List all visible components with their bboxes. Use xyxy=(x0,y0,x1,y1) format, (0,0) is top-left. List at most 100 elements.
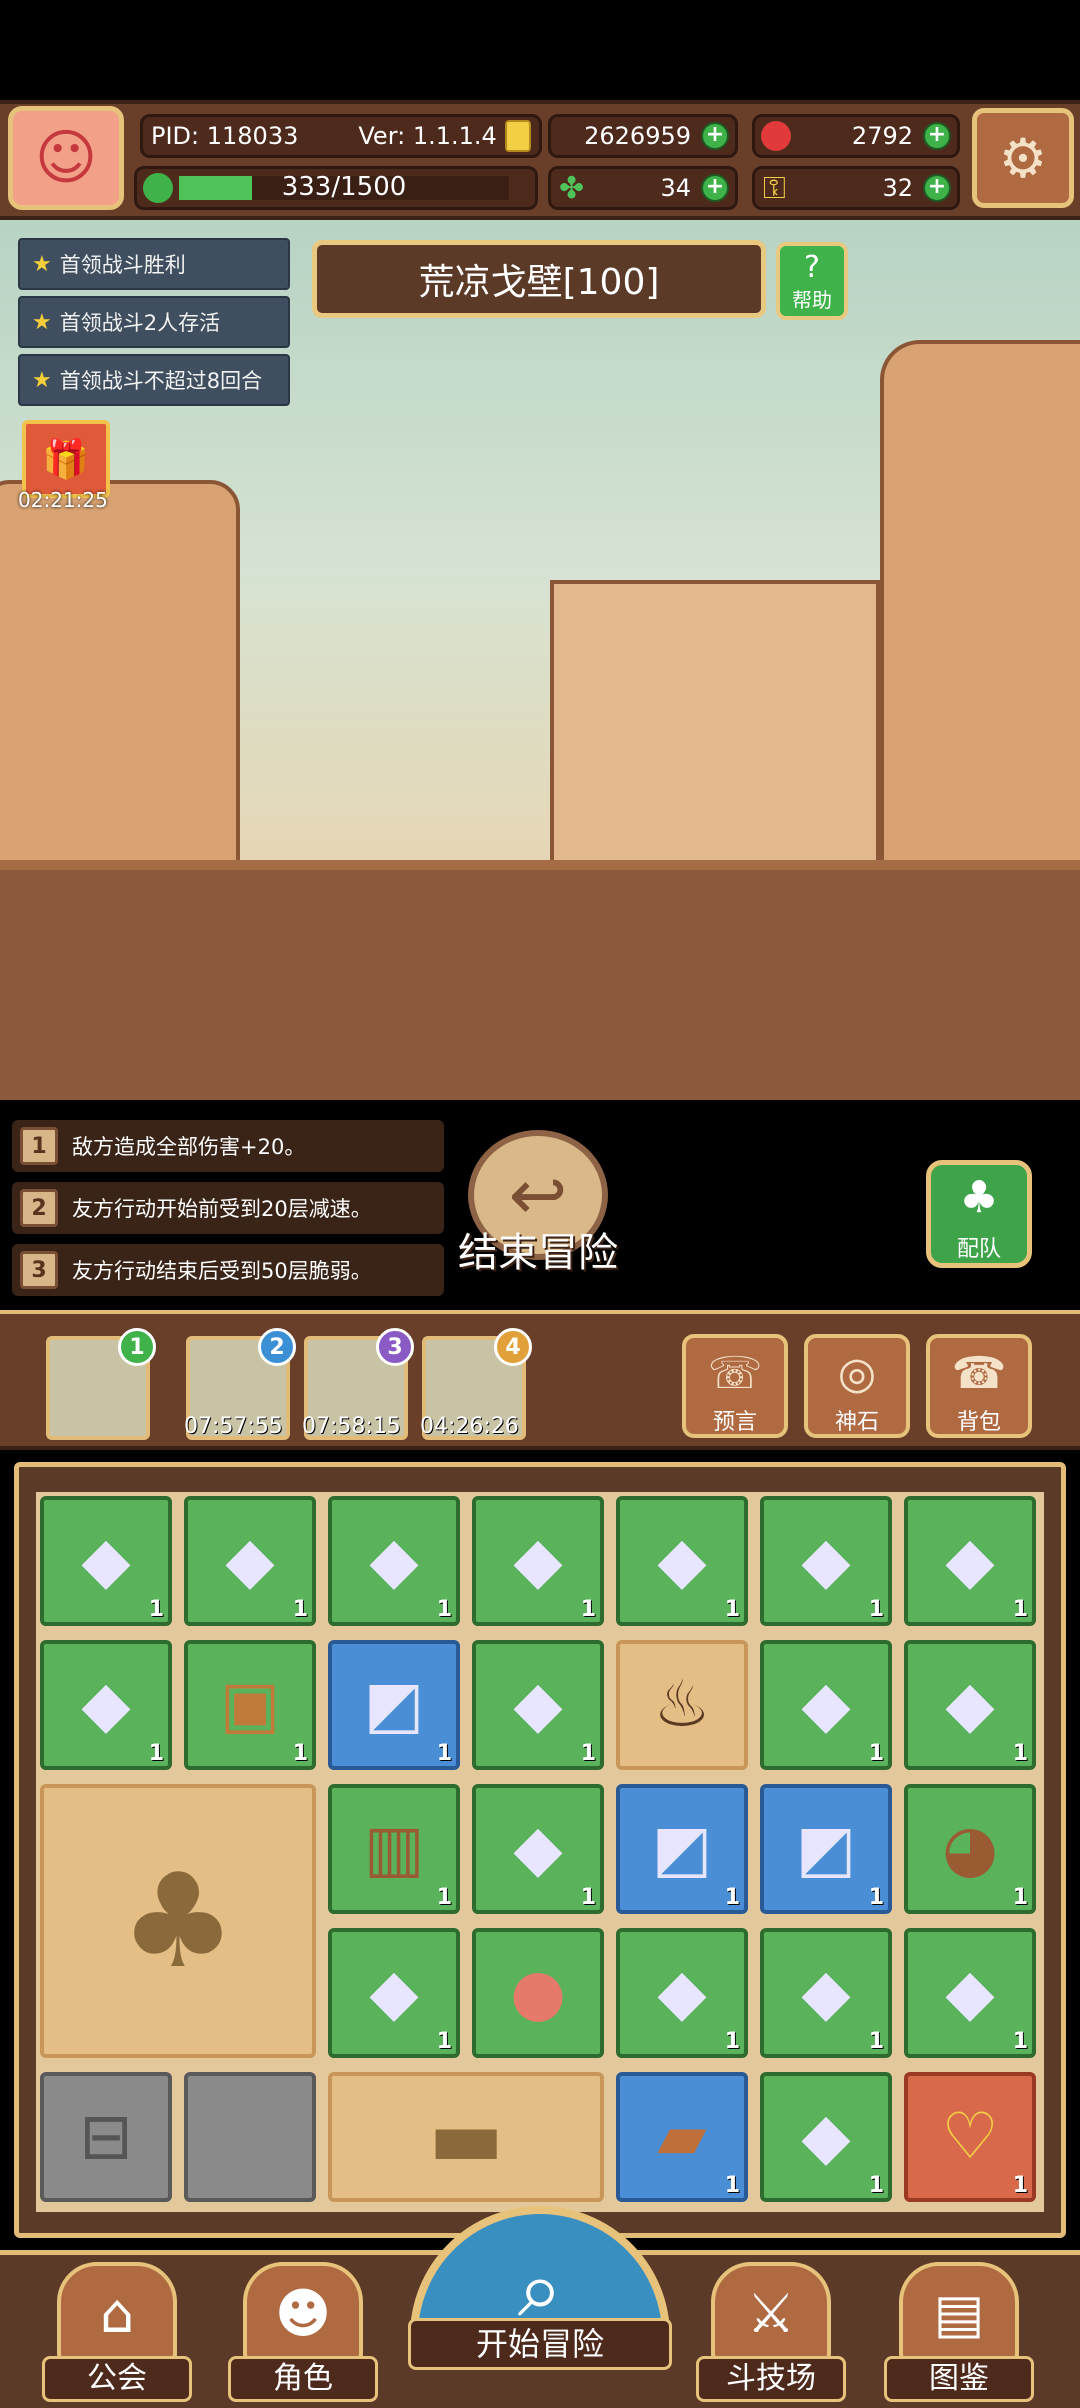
player-avatar[interactable]: ☺ xyxy=(8,106,124,210)
exp-value: 333/1500 xyxy=(281,172,407,202)
fallen-log-icon: ▬ xyxy=(428,2090,504,2184)
item-count: 1 xyxy=(436,1741,452,1766)
item-count: 1 xyxy=(1012,1597,1028,1622)
cube-item[interactable]: ◩ 1 xyxy=(328,1640,460,1770)
mission-text: 首领战斗胜利 xyxy=(59,253,186,277)
end-adventure-label: 结束冒险 xyxy=(458,1230,618,1276)
item-count: 1 xyxy=(724,1885,740,1910)
stage-slot[interactable]: 1 xyxy=(46,1328,156,1440)
crystal-item[interactable]: ◆ 1 xyxy=(760,1928,892,2058)
status-strip xyxy=(0,0,1080,100)
crystal-item[interactable]: ◆ 1 xyxy=(904,1928,1036,2058)
book-icon: ▤ xyxy=(899,2262,1019,2362)
item-count: 1 xyxy=(868,1741,884,1766)
effect-text: 友方行动结束后受到50层脆弱。 xyxy=(72,1259,372,1283)
coins-pill: 2626959 + xyxy=(548,114,738,158)
treasure-chest-item[interactable]: ▣ 1 xyxy=(184,1640,316,1770)
start-adventure-button[interactable]: ⌕ 开始冒险 xyxy=(408,2206,672,2370)
stage-title-banner: 荒凉戈壁[100] xyxy=(312,240,766,318)
help-button[interactable]: ? 帮助 xyxy=(776,242,848,320)
prophecy-icon: ☏ xyxy=(707,1348,763,1399)
team-icon: ♣ xyxy=(959,1172,999,1223)
crystal-item[interactable]: ◆ 1 xyxy=(472,1496,604,1626)
cauldron-icon: ♨ xyxy=(653,1668,711,1742)
exp-pill: 333/1500 xyxy=(134,166,538,210)
crystal-item[interactable]: ◆ 1 xyxy=(40,1640,172,1770)
gift-box-icon[interactable]: 🎁 xyxy=(22,420,110,498)
guild-icon: ⌂ xyxy=(57,2262,177,2362)
prophecy-button[interactable]: ☏ 预言 xyxy=(682,1334,788,1438)
question-icon: ? xyxy=(804,250,820,285)
slot-timer: 04:26:26 xyxy=(420,1414,519,1439)
settings-gear-icon[interactable]: ⚙ xyxy=(972,108,1074,208)
codex-nav-button[interactable]: ▤ 图鉴 xyxy=(884,2262,1034,2402)
crystal-item[interactable]: ◆ 1 xyxy=(40,1496,172,1626)
scroll-item[interactable]: ▰ 1 xyxy=(616,2072,748,2202)
crystal-item[interactable]: ◆ 1 xyxy=(904,1496,1036,1626)
effect-item: 2 友方行动开始前受到20层减速。 xyxy=(12,1182,444,1234)
slime-item[interactable]: ● xyxy=(472,1928,604,2058)
codex-label: 图鉴 xyxy=(884,2356,1034,2402)
fallen-log-tile[interactable]: ▬ xyxy=(328,2072,604,2202)
godstone-button[interactable]: ◎ 神石 xyxy=(804,1334,910,1438)
item-count: 1 xyxy=(724,2029,740,2054)
mission-text: 首领战斗2人存活 xyxy=(59,311,221,335)
godstone-icon: ◎ xyxy=(837,1348,877,1399)
mission-item: ★ 首领战斗2人存活 xyxy=(18,296,290,348)
item-count: 1 xyxy=(292,1741,308,1766)
item-count: 1 xyxy=(1012,1741,1028,1766)
slot-bar xyxy=(0,1310,1080,1450)
item-count: 1 xyxy=(148,1741,164,1766)
signpost-tile[interactable]: ⊟ xyxy=(40,2072,172,2202)
info-pill: PID: 118033 Ver: 1.1.1.4 xyxy=(140,114,542,158)
crystal-item[interactable]: ◆ 1 xyxy=(760,2072,892,2202)
crystal-item[interactable]: ◆ 1 xyxy=(184,1496,316,1626)
crystal-item[interactable]: ◆ 1 xyxy=(616,1496,748,1626)
item-count: 1 xyxy=(724,1597,740,1622)
effect-item: 3 友方行动结束后受到50层脆弱。 xyxy=(12,1244,444,1296)
cube-item[interactable]: ◩ 1 xyxy=(616,1784,748,1914)
crystal-item[interactable]: ◆ 1 xyxy=(904,1640,1036,1770)
crystal-item[interactable]: ◆ 1 xyxy=(616,1928,748,2058)
item-count: 1 xyxy=(1012,1885,1028,1910)
crystal-item[interactable]: ◆ 1 xyxy=(472,1640,604,1770)
team-label: 配队 xyxy=(956,1237,1001,1262)
item-count: 1 xyxy=(868,2029,884,2054)
add-gems-button[interactable]: + xyxy=(923,122,951,150)
item-count: 1 xyxy=(580,1741,596,1766)
leather-bag-item[interactable]: ◕ 1 xyxy=(904,1784,1036,1914)
add-keys-button[interactable]: + xyxy=(923,174,951,202)
item-count: 1 xyxy=(436,2029,452,2054)
backpack-item[interactable]: ▥ 1 xyxy=(328,1784,460,1914)
backpack-button[interactable]: ☎ 背包 xyxy=(926,1334,1032,1438)
prophecy-label: 预言 xyxy=(712,1410,757,1435)
item-count: 1 xyxy=(292,1597,308,1622)
crystal-item[interactable]: ◆ 1 xyxy=(760,1496,892,1626)
guild-nav-button[interactable]: ⌂ 公会 xyxy=(42,2262,192,2402)
arena-nav-button[interactable]: ⚔ 斗技场 xyxy=(696,2262,846,2402)
clover-icon: ✤ xyxy=(559,170,585,206)
add-coins-button[interactable]: + xyxy=(701,122,729,150)
crystal-item[interactable]: ◆ 1 xyxy=(472,1784,604,1914)
character-nav-button[interactable]: ☻ 角色 xyxy=(228,2262,378,2402)
campfire-pot-tile[interactable]: ♨ xyxy=(616,1640,748,1770)
crystal-item[interactable]: ◆ 1 xyxy=(328,1928,460,2058)
item-count: 1 xyxy=(1012,2173,1028,2198)
mission-item: ★ 首领战斗胜利 xyxy=(18,238,290,290)
dead-tree-tile[interactable]: ♣ xyxy=(40,1784,316,2058)
inventory-grid: ◆ 1 ◆ 1 ◆ 1 ◆ 1 ◆ 1 ◆ 1 ◆ 1 ◆ 1 ▣ 1 ◩ 1 ◆ 1 ♨ ◆ 1 ◆ 1… xyxy=(36,1492,1044,2212)
coin-icon xyxy=(504,120,531,152)
add-clover-button[interactable]: + xyxy=(701,174,729,202)
gems-pill: 2792 + xyxy=(752,114,960,158)
necklace-item[interactable]: ♡ 1 xyxy=(904,2072,1036,2202)
character-icon: ☻ xyxy=(243,2262,363,2362)
star-icon: ★ xyxy=(32,309,52,335)
team-button[interactable]: ♣ 配队 xyxy=(926,1160,1032,1268)
cube-item[interactable]: ◩ 1 xyxy=(760,1784,892,1914)
godstone-label: 神石 xyxy=(834,1410,879,1435)
crystal-item[interactable]: ◆ 1 xyxy=(760,1640,892,1770)
end-adventure-button[interactable]: ↩ 结束冒险 xyxy=(448,1130,628,1290)
crystal-item[interactable]: ◆ 1 xyxy=(328,1496,460,1626)
star-icon: ★ xyxy=(32,251,52,277)
item-count: 1 xyxy=(868,2173,884,2198)
